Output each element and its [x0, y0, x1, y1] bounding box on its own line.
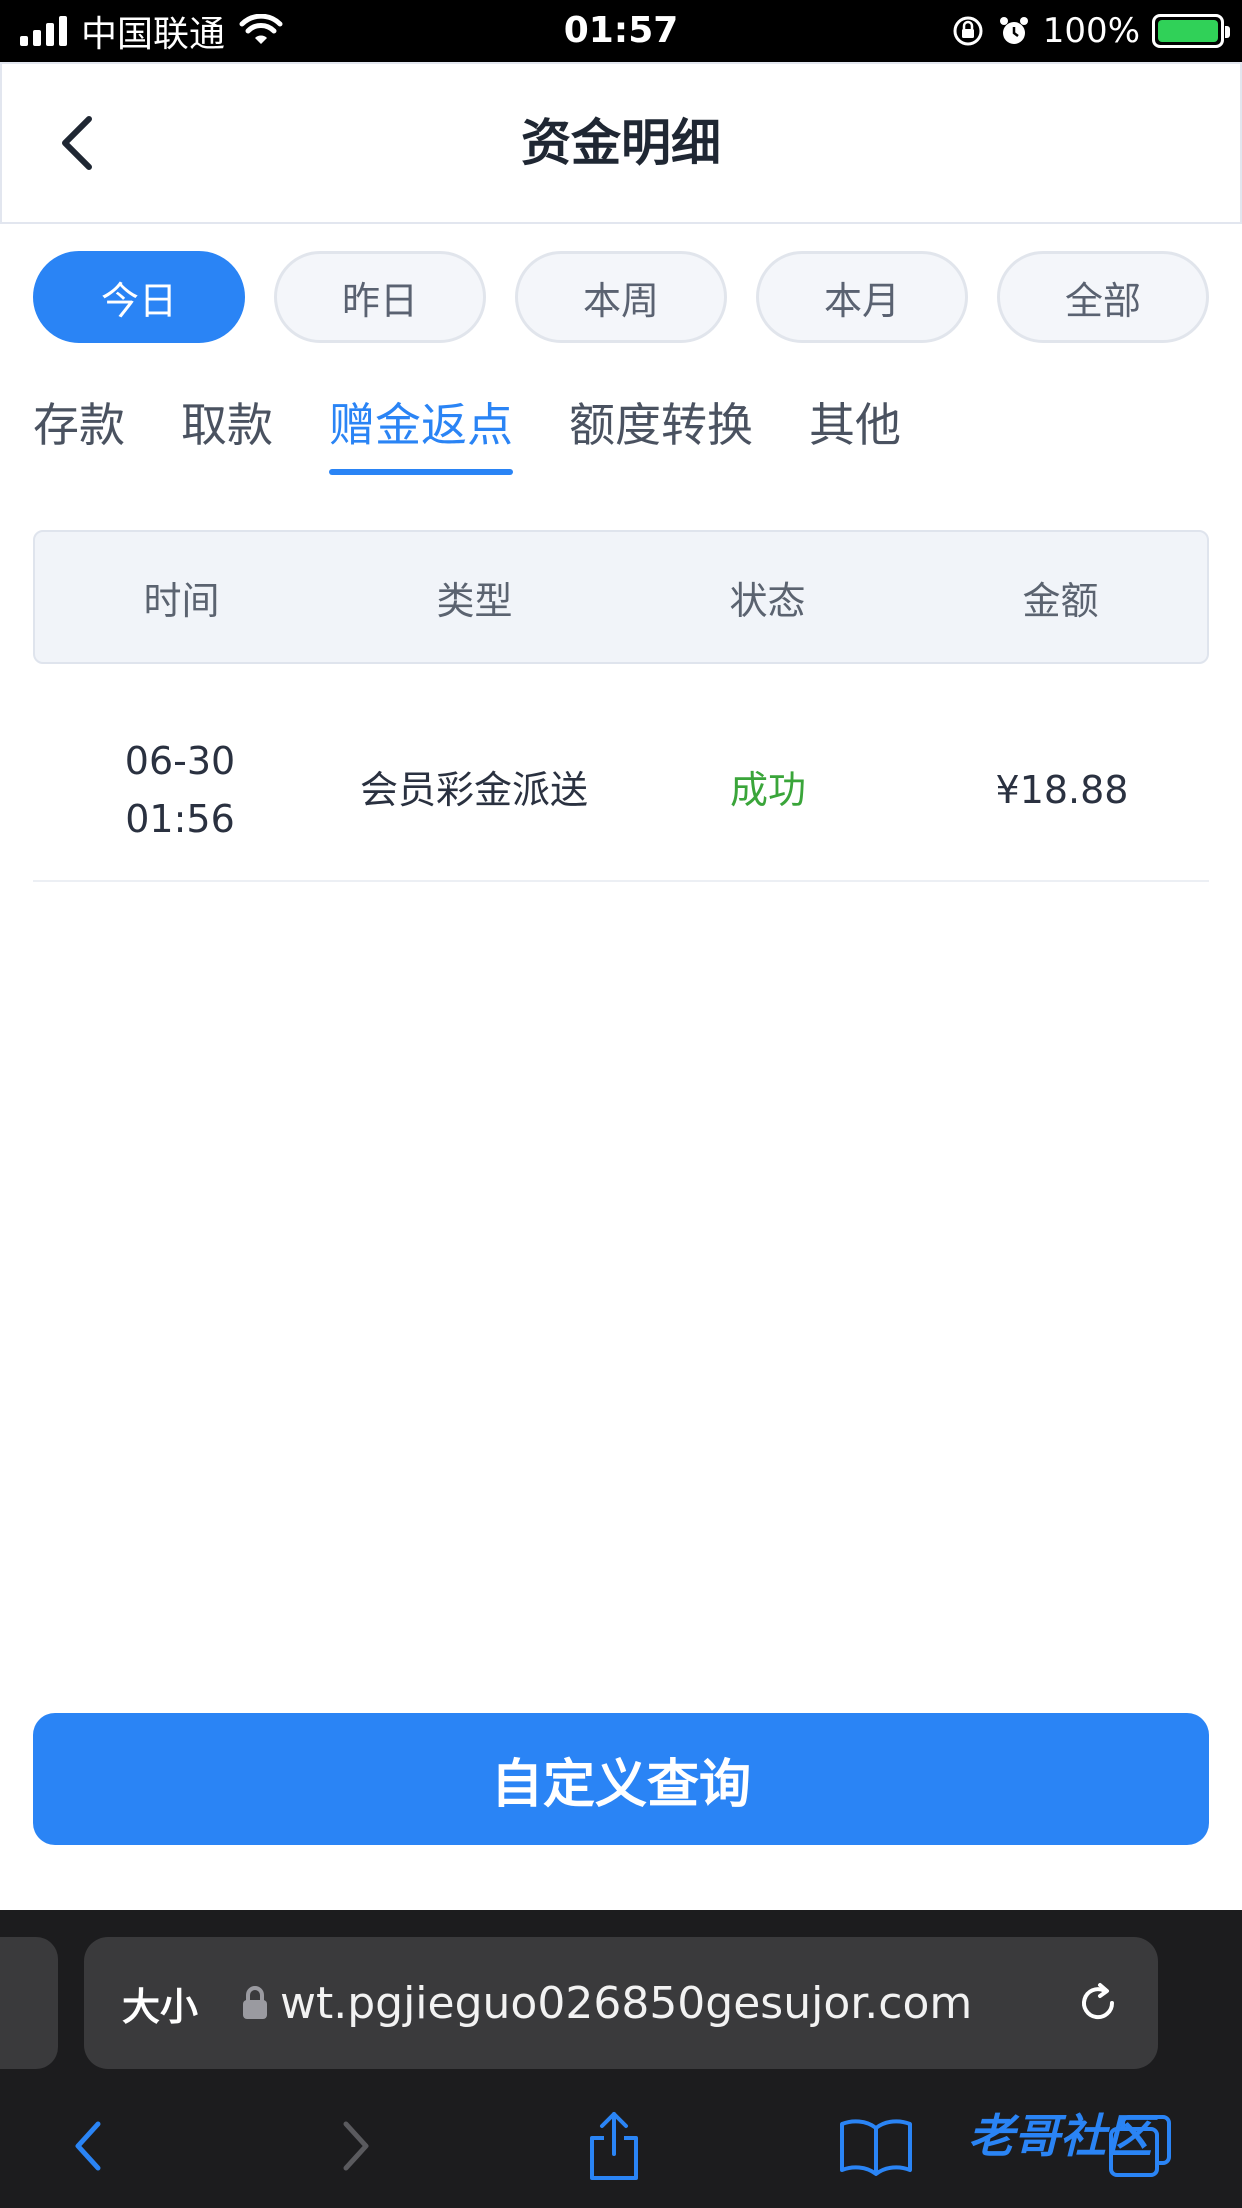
page-title: 资金明细: [521, 114, 721, 172]
browser-forward-button[interactable]: [316, 2106, 396, 2186]
category-tabs: 存款 取款 赠金返点 额度转换 其他: [33, 375, 957, 475]
column-header-status: 状态: [729, 578, 806, 623]
column-header-amount: 金额: [1022, 578, 1099, 623]
watermark-logo: 老哥社区: [968, 2109, 1152, 2163]
url-text[interactable]: wt.pgjieguo026850gesujor.com: [280, 1978, 1040, 2029]
row-date: 06-30: [124, 739, 236, 783]
share-icon: [590, 2112, 638, 2180]
row-type: 会员彩金派送: [359, 768, 588, 812]
table-header: 时间 类型 状态 金额: [33, 530, 1209, 664]
nav-header: 资金明细: [0, 62, 1242, 224]
period-filter-group: 今日 昨日 本周 本月 全部: [33, 251, 1209, 343]
chevron-right-icon: [343, 2121, 369, 2171]
period-filter-all[interactable]: 全部: [997, 251, 1209, 343]
tab-withdraw[interactable]: 取款: [181, 375, 273, 475]
column-header-time: 时间: [143, 578, 220, 623]
battery-charging-icon: [1152, 14, 1230, 48]
tab-deposit[interactable]: 存款: [33, 375, 125, 475]
row-datetime: 06-30 01:56: [33, 732, 327, 848]
period-filter-yesterday[interactable]: 昨日: [274, 251, 486, 343]
share-button[interactable]: [574, 2106, 654, 2186]
custom-query-button[interactable]: 自定义查询: [33, 1713, 1209, 1845]
battery-percent: 100%: [1042, 11, 1140, 51]
bookmarks-button[interactable]: [836, 2106, 916, 2186]
address-bar[interactable]: 大小 wt.pgjieguo026850gesujor.com: [84, 1937, 1158, 2069]
previous-tab-peek[interactable]: [0, 1937, 58, 2069]
period-filter-this-week[interactable]: 本周: [515, 251, 727, 343]
chevron-left-icon: [75, 2121, 101, 2171]
book-icon: [840, 2119, 912, 2176]
row-amount: ¥18.88: [995, 768, 1129, 812]
reload-icon[interactable]: [1074, 1979, 1122, 2027]
period-filter-today[interactable]: 今日: [33, 251, 245, 343]
column-header-type: 类型: [436, 578, 513, 623]
alarm-icon: [999, 17, 1028, 44]
tab-bonus-rebate[interactable]: 赠金返点: [329, 375, 513, 475]
row-time: 01:56: [125, 797, 235, 841]
tab-quota-transfer[interactable]: 额度转换: [569, 375, 753, 475]
browser-back-button[interactable]: [48, 2106, 128, 2186]
row-status: 成功: [729, 768, 806, 812]
status-bar: 中国联通 01:57 100%: [0, 0, 1242, 62]
rotation-lock-icon: [953, 16, 983, 46]
table-row[interactable]: 06-30 01:56 会员彩金派送 成功 ¥18.88: [33, 700, 1209, 882]
tab-other[interactable]: 其他: [809, 375, 901, 475]
text-size-button[interactable]: 大小: [122, 1976, 212, 2031]
period-filter-this-month[interactable]: 本月: [756, 251, 968, 343]
lock-icon: [243, 1986, 267, 2019]
